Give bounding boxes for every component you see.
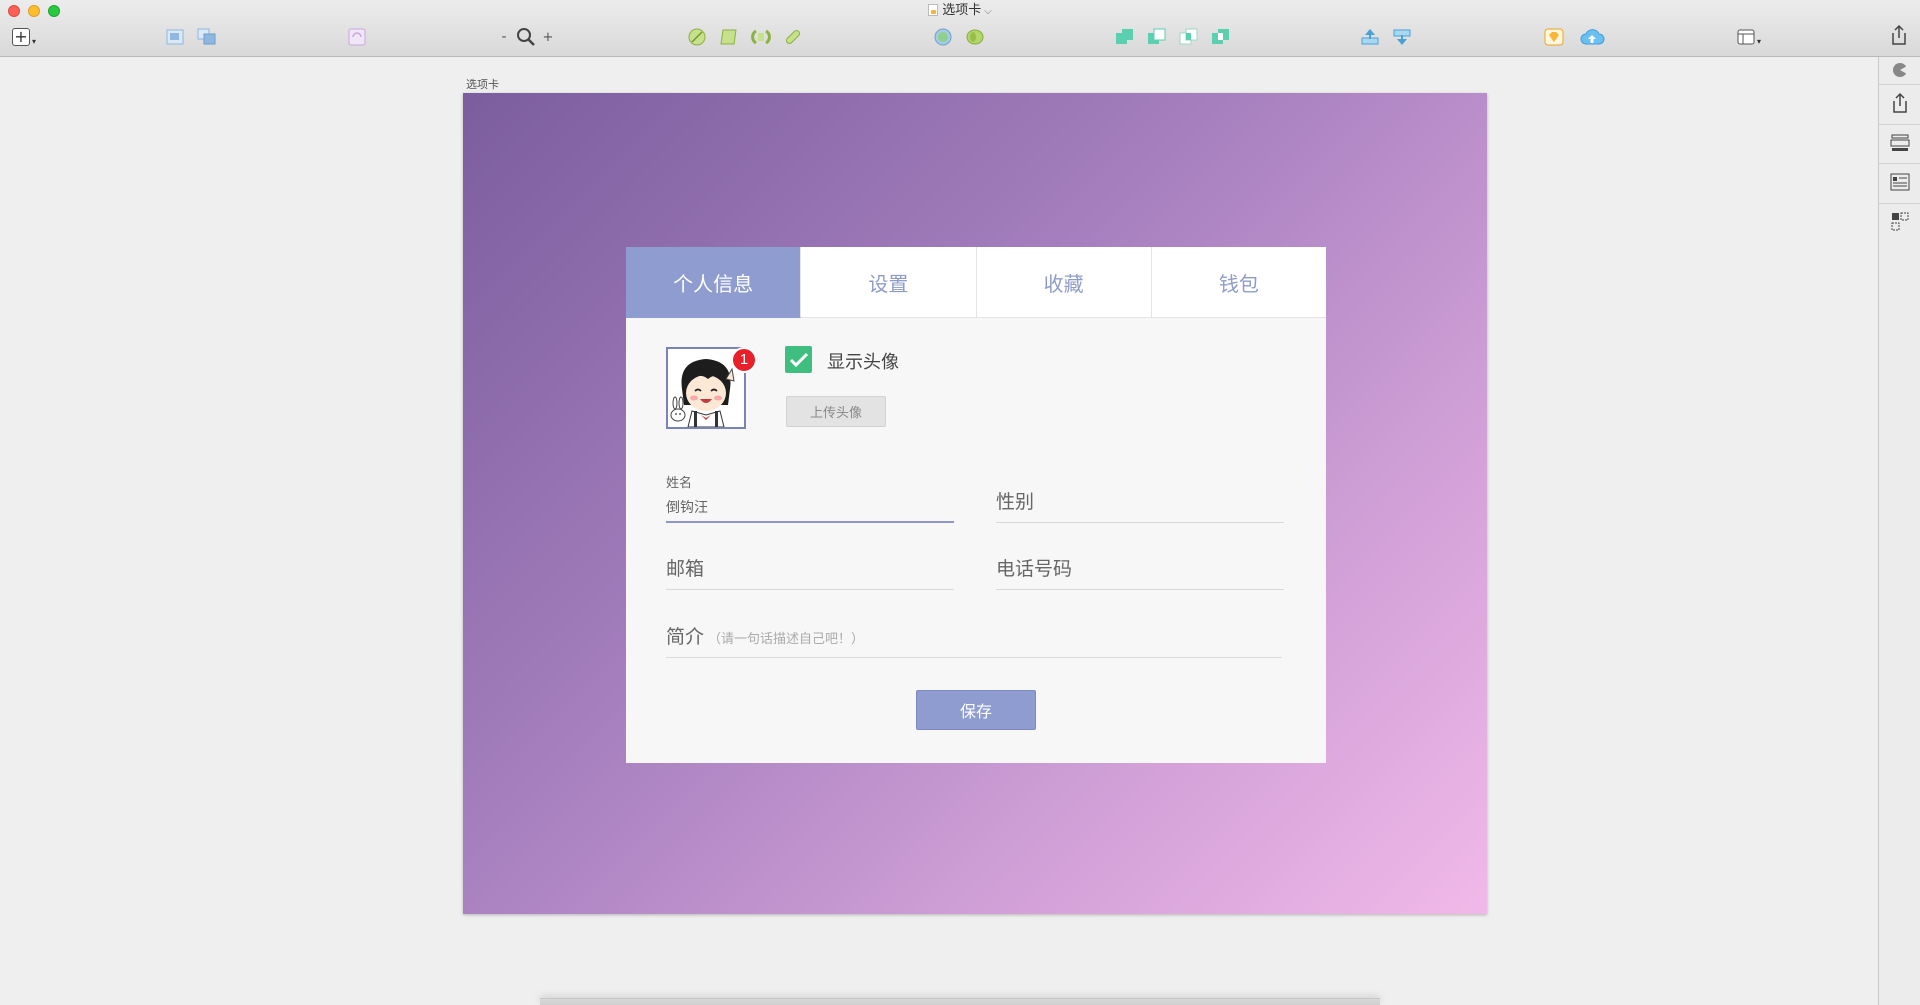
zoom-in-button[interactable]: + [542, 26, 554, 48]
symbol-instance-button[interactable] [1888, 211, 1912, 233]
layout-icon [1737, 29, 1755, 45]
send-backward-icon [1393, 29, 1411, 45]
backward-button[interactable] [1391, 26, 1413, 48]
transform-button[interactable] [718, 26, 740, 48]
grid-icon [1891, 212, 1909, 231]
phone-label: 电话号码 [996, 558, 1073, 580]
name-field[interactable]: 姓名 倒钩汪 [666, 472, 954, 523]
sketch-document-icon [928, 4, 939, 16]
chevron-down-icon: ⌵ [984, 6, 992, 17]
plus-icon: + [11, 28, 30, 46]
layout-settings-button[interactable] [1888, 132, 1912, 154]
profile-card: 个人信息 设置 收藏 钱包 1 显示头像 上传头像 姓名 倒钩汪 性别 邮箱 电… [626, 247, 1326, 763]
scale-icon [966, 29, 984, 45]
upload-avatar-button[interactable]: 上传头像 [786, 396, 886, 427]
forward-button[interactable] [1359, 26, 1381, 48]
create-symbol-button[interactable] [347, 26, 367, 48]
printer-icon [1890, 134, 1910, 151]
mask-button[interactable] [932, 26, 954, 48]
share-icon [1893, 92, 1907, 113]
text-style-button[interactable] [1888, 171, 1912, 193]
group-button[interactable] [164, 26, 186, 48]
align-toggle-button[interactable] [1888, 59, 1912, 81]
transform-icon [720, 29, 737, 45]
text-list-icon [1890, 173, 1910, 191]
symbol-icon [348, 28, 366, 46]
caret-down-icon: ▾ [31, 36, 36, 46]
intersect-icon [1179, 28, 1198, 45]
mask-icon [934, 28, 952, 46]
artboard-label[interactable]: 选项卡 [466, 76, 499, 92]
rotate-icon [751, 29, 771, 45]
email-label: 邮箱 [666, 558, 705, 580]
subtract-button[interactable] [1146, 26, 1168, 48]
inspector-panel [1878, 57, 1920, 1005]
bio-label: 简介 （请一句话描述自己吧！） [666, 622, 864, 649]
bio-field[interactable]: 简介 （请一句话描述自己吧！） [666, 605, 1282, 658]
caret-down-icon: ▾ [1756, 36, 1761, 46]
ungroup-button[interactable] [196, 26, 218, 48]
zoom-button[interactable] [515, 26, 537, 48]
artboard: 个人信息 设置 收藏 钱包 1 显示头像 上传头像 姓名 倒钩汪 性别 邮箱 电… [463, 93, 1487, 914]
show-avatar-label: 显示头像 [827, 352, 899, 373]
tab-settings[interactable]: 设置 [801, 247, 977, 318]
intersect-button[interactable] [1178, 26, 1200, 48]
tab-wallet[interactable]: 钱包 [1151, 247, 1326, 318]
cloud-upload-icon [1580, 29, 1605, 45]
bio-label-text: 简介 [666, 626, 705, 648]
difference-icon [1212, 29, 1229, 44]
magnifier-icon [517, 28, 535, 46]
bring-forward-icon [1361, 29, 1379, 45]
share-icon [1892, 24, 1906, 45]
insert-button[interactable]: + ▾ [9, 26, 39, 48]
gender-field[interactable]: 性别 [996, 472, 1284, 523]
difference-button[interactable] [1210, 26, 1232, 48]
pie-toggle-icon [1893, 63, 1909, 77]
name-label: 姓名 [666, 476, 693, 491]
mirror-button[interactable] [1543, 26, 1565, 48]
window-titlebar: 选项卡 ⌵ + ▾ - + ▾ [0, 0, 1920, 57]
scale-button[interactable] [964, 26, 986, 48]
tab-personal-info[interactable]: 个人信息 [626, 247, 802, 318]
export-panel-button[interactable] [1888, 92, 1912, 114]
bio-placeholder: （请一句话描述自己吧！） [708, 632, 865, 647]
flatten-button[interactable] [782, 26, 804, 48]
flatten-icon [785, 29, 801, 45]
rotate-button[interactable] [749, 26, 773, 48]
name-value: 倒钩汪 [666, 500, 708, 516]
document-title-text: 选项卡 [942, 3, 982, 18]
notification-badge: 1 [731, 347, 757, 373]
edit-button[interactable] [686, 26, 708, 48]
subtract-icon [1148, 28, 1166, 44]
union-icon [1116, 29, 1133, 44]
save-button[interactable]: 保存 [916, 690, 1036, 730]
email-field[interactable]: 邮箱 [666, 537, 954, 590]
show-avatar-checkbox[interactable] [785, 346, 812, 373]
ungroup-icon [197, 28, 216, 45]
canvas-shadow-divider [540, 998, 1380, 1005]
sketch-diamond-icon [1544, 28, 1564, 46]
view-button[interactable]: ▾ [1734, 26, 1764, 48]
gender-label: 性别 [996, 491, 1035, 513]
tab-favorites[interactable]: 收藏 [976, 247, 1152, 318]
union-button[interactable] [1114, 26, 1136, 48]
zoom-out-button[interactable]: - [498, 26, 510, 48]
tab-bar: 个人信息 设置 收藏 钱包 [626, 247, 1326, 318]
export-button[interactable] [1888, 24, 1910, 48]
document-title[interactable]: 选项卡 ⌵ [0, 2, 1920, 21]
checkmark-icon [789, 352, 808, 367]
cloud-button[interactable] [1578, 26, 1606, 48]
edit-shape-icon [688, 28, 706, 46]
group-icon [166, 29, 184, 45]
phone-field[interactable]: 电话号码 [996, 537, 1284, 590]
